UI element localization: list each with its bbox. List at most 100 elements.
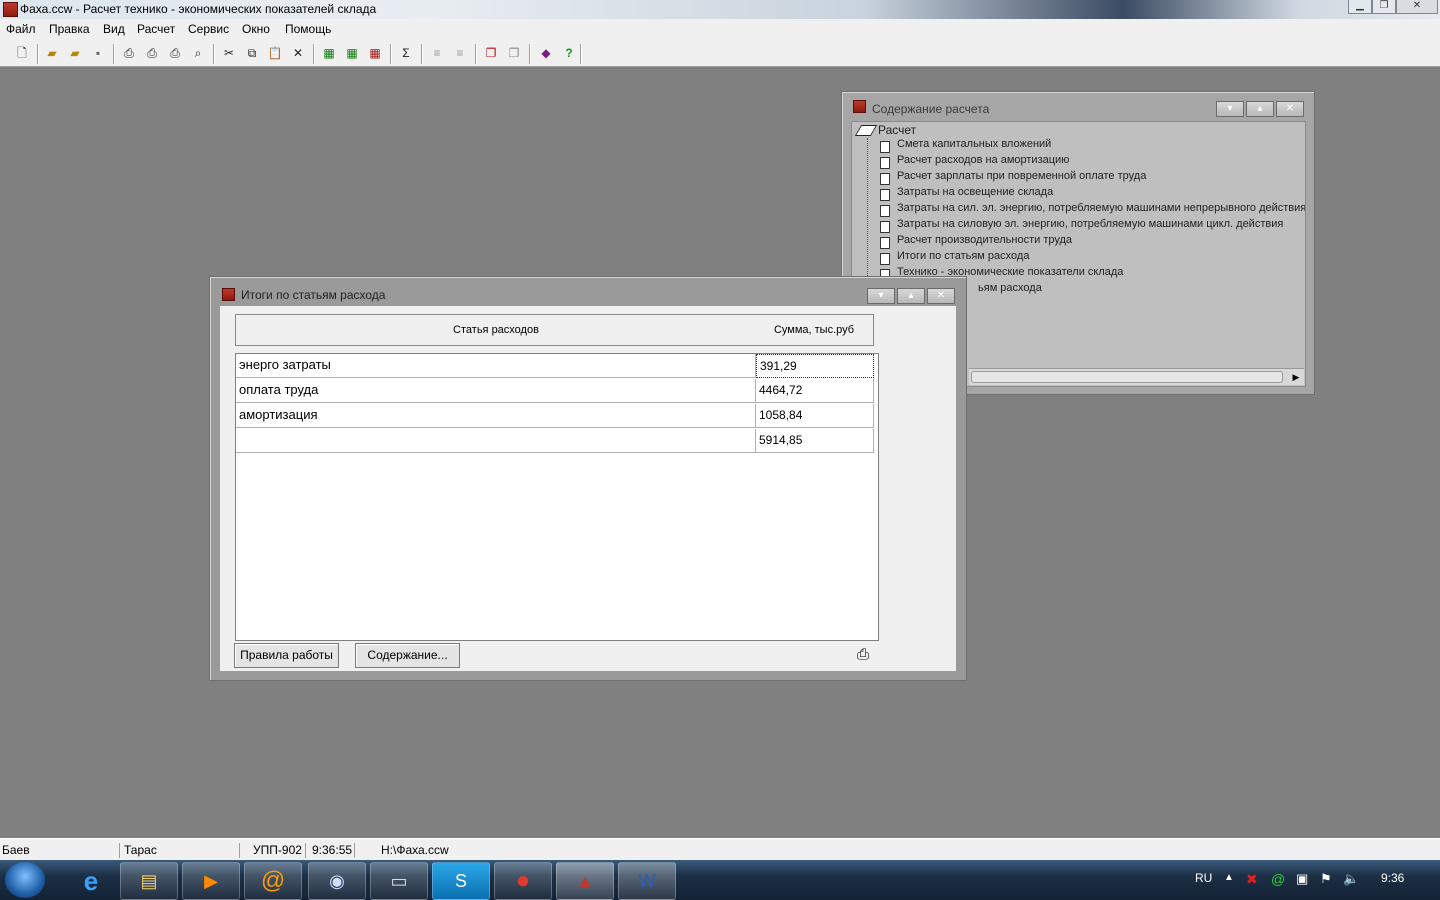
toolbar-separator [390,44,392,64]
tree-item[interactable]: Расчет производительности труда [897,234,1072,250]
minimize-icon[interactable]: ▾ [867,288,895,304]
tile-icon[interactable]: ❐ [505,44,523,62]
chrome-icon[interactable]: ● [494,862,552,900]
menu-window[interactable]: Окно [242,22,270,36]
toolbar: 🗋 ▰ ▰ ▪ ⎙ ⎙ ⎙ ⌕ ✂ ⧉ 📋 ✕ ▦ ▦ ▦ Σ ≡ ≡ ❐ ❐ … [0,40,1440,67]
maximize-icon[interactable]: ▴ [897,288,925,304]
contents-title: Содержание расчета [872,102,990,116]
toolbar-separator [37,44,39,64]
help-icon[interactable]: ? [560,44,578,62]
word-icon[interactable]: W [618,862,676,900]
article-cell[interactable] [236,429,756,453]
tree-item[interactable]: Затраты на сил. эл. энергию, потребляему… [897,202,1305,218]
contents-button[interactable]: Содержание... [355,643,460,668]
document-icon [880,141,890,153]
menu-view[interactable]: Вид [103,22,125,36]
clock[interactable]: 9:36 [1381,871,1404,885]
app-taskbar-icon[interactable]: ▲ [556,862,614,900]
menu-file[interactable]: Файл [6,22,36,36]
table-icon[interactable]: ▦ [343,44,361,62]
menu-calc[interactable]: Расчет [137,22,175,36]
scanner-icon[interactable]: ▭ [370,862,428,900]
delete-icon[interactable]: ✕ [289,44,307,62]
sum-cell[interactable]: 1058,84 [756,404,874,428]
rules-button[interactable]: Правила работы [234,643,339,668]
menu-service[interactable]: Сервис [188,22,229,36]
print-icon[interactable]: ⎙ [120,44,138,62]
new-file-icon[interactable]: 🗋 [13,44,31,62]
totals-grid[interactable]: энерго затраты 391,29 оплата труда 4464,… [235,353,879,641]
tray-expand-icon[interactable]: ▲ [1224,872,1234,883]
minimize-icon[interactable]: ▁ [1348,0,1372,14]
cut-icon[interactable]: ✂ [220,44,238,62]
print2-icon[interactable]: ⎙ [143,44,161,62]
scrollbar-thumb[interactable] [971,371,1283,383]
print-icon[interactable]: ⎙ [854,647,872,663]
sum-cell[interactable]: 5914,85 [756,429,874,453]
open-folder2-icon[interactable]: ▰ [66,44,84,62]
sum-cell[interactable]: 391,29 [756,354,874,378]
ie-icon[interactable]: e [62,862,120,900]
tree-item[interactable]: Затраты на силовую эл. энергию, потребля… [897,218,1283,234]
tree-item[interactable]: ьям расхода [978,282,1042,298]
article-cell[interactable]: оплата труда [236,379,756,403]
horizontal-scrollbar[interactable]: ▶ [969,368,1304,385]
sum-icon[interactable]: Σ [397,44,415,62]
flag-icon[interactable]: ⚑ [1320,871,1332,887]
volume-icon[interactable]: 🔈 [1343,871,1359,887]
app-icon [853,100,866,113]
tree-item[interactable]: Расчет расходов на амортизацию [897,154,1069,170]
mail-agent-icon[interactable]: @ [244,862,302,900]
document-icon [880,157,890,169]
usb-icon[interactable]: ▣ [1296,871,1308,887]
document-icon [880,237,890,249]
table2-icon[interactable]: ▦ [366,44,384,62]
taskbar: e ▤ ▶ @ ◉ ▭ S ● ▲ W RU ▲ ✖ @ ▣ ⚑ 🔈 9:36 [0,860,1440,900]
scroll-right-icon[interactable]: ▶ [1289,369,1303,385]
print-preview-icon[interactable]: ⌕ [189,44,207,62]
menu-edit[interactable]: Правка [49,22,90,36]
tree-item[interactable]: Итоги по статьям расхода [897,250,1029,266]
status-bar: Баев Тарас УПП-902 9:36:55 H:\Фаха.ccw [0,838,1440,861]
toolbar-separator [580,44,582,64]
tree-item[interactable]: Смета капитальных вложений [897,138,1051,154]
book-icon[interactable]: ◆ [537,44,555,62]
toolbar-separator [313,44,315,64]
maximize-icon[interactable]: ▴ [1246,101,1274,117]
language-indicator[interactable]: RU [1195,871,1212,885]
menu-help[interactable]: Помощь [285,22,331,36]
tree-root[interactable]: Расчет [878,123,916,139]
save-icon[interactable]: ▪ [89,44,107,62]
media-icon[interactable]: ◉ [308,862,366,900]
restore-icon[interactable]: ❐ [1372,0,1396,14]
close-icon[interactable]: ✕ [1276,101,1304,117]
sum-cell[interactable]: 4464,72 [756,379,874,403]
open-folder-icon[interactable]: ▰ [43,44,61,62]
antivirus-icon[interactable]: ✖ [1246,871,1258,888]
skype-icon[interactable]: S [432,862,490,900]
article-cell[interactable]: амортизация [236,404,756,428]
article-cell[interactable]: энерго затраты [236,354,756,378]
app-icon[interactable] [3,2,18,17]
tree-item[interactable]: Затраты на освещение склада [897,186,1053,202]
indent-icon[interactable]: ≡ [428,44,446,62]
close-icon[interactable]: ✕ [1396,0,1438,14]
agent-tray-icon[interactable]: @ [1271,871,1285,887]
status-user2: Тарас [122,843,240,858]
totals-title: Итоги по статьям расхода [241,288,386,302]
media-player-icon[interactable]: ▶ [182,862,240,900]
close-icon[interactable]: ✕ [927,288,955,304]
copy-icon[interactable]: ⧉ [243,44,261,62]
contents-title-bar: Содержание расчета ▾ ▴ ✕ [842,92,1314,117]
tree-item[interactable]: Расчет зарплаты при повременной оплате т… [897,170,1146,186]
tree-icon[interactable]: ▦ [320,44,338,62]
totals-window: Итоги по статьям расхода ▾ ▴ ✕ Статья ра… [209,276,967,681]
outdent-icon[interactable]: ≡ [451,44,469,62]
print3-icon[interactable]: ⎙ [166,44,184,62]
explorer-icon[interactable]: ▤ [120,862,178,900]
tree-line [867,138,868,288]
cascade-icon[interactable]: ❐ [482,44,500,62]
start-button[interactable] [5,862,45,898]
paste-icon[interactable]: 📋 [266,44,284,62]
minimize-icon[interactable]: ▾ [1216,101,1244,117]
